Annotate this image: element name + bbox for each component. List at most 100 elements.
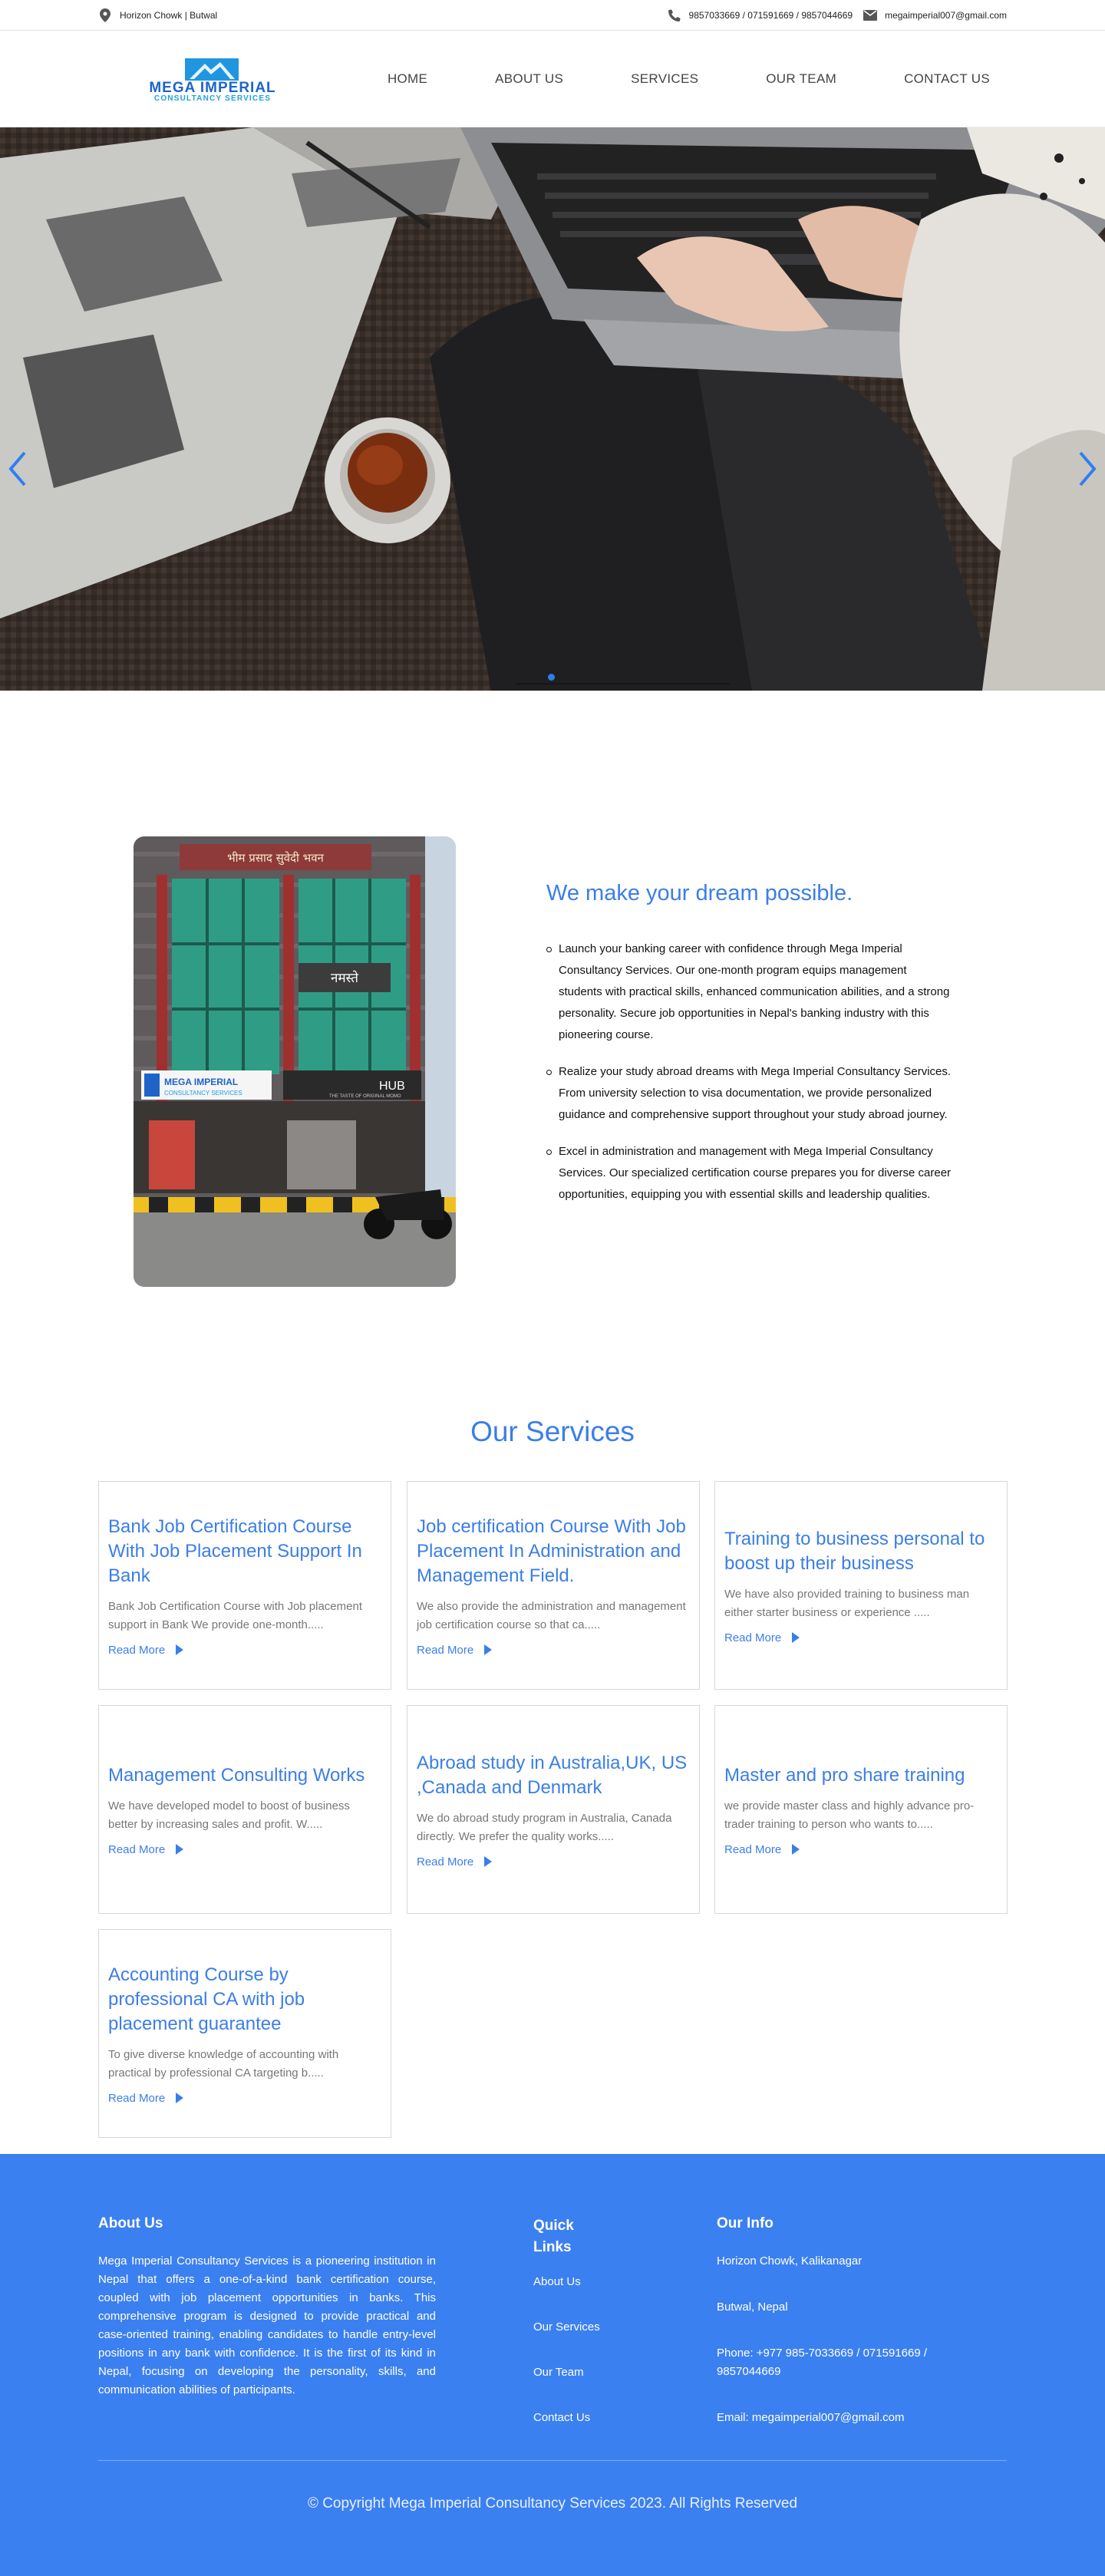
photo-sign-left-line2: CONSULTANCY SERVICES bbox=[164, 1090, 242, 1097]
hero-image bbox=[0, 127, 1105, 691]
top-bar-email[interactable]: megaimperial007@gmail.com bbox=[863, 8, 1007, 22]
copyright-text: © Copyright Mega Imperial Consultancy Se… bbox=[307, 2495, 798, 2512]
slider-next-chevron-right-icon[interactable] bbox=[1076, 450, 1099, 488]
services-title: Our Services bbox=[470, 1416, 635, 1447]
company-logo[interactable]: MEGA IMPERIAL CONSULTANCY SERVICES bbox=[115, 56, 311, 102]
play-arrow-icon bbox=[176, 1644, 184, 1655]
read-more-label[interactable]: Read More bbox=[108, 1843, 165, 1856]
footer-address-line1: Horizon Chowk, Kalikanagar bbox=[717, 2254, 863, 2268]
read-more-label[interactable]: Read More bbox=[417, 1855, 473, 1869]
footer-link-our-team[interactable]: Our Team bbox=[533, 2366, 625, 2379]
service-card[interactable]: Bank Job Certification Course With Job P… bbox=[98, 1481, 391, 1690]
office-building-photo: भीम प्रसाद सुवेदी भवन नमस्ते MEGA IMPERI… bbox=[134, 836, 456, 1287]
nav-about-us[interactable]: ABOUT US bbox=[495, 71, 563, 87]
hero-slider bbox=[0, 127, 1105, 691]
read-more-label[interactable]: Read More bbox=[108, 2092, 165, 2105]
about-section: भीम प्रसाद सुवेदी भवन नमस्ते MEGA IMPERI… bbox=[0, 691, 1105, 1409]
phone-text: 9857033669 / 071591669 / 9857044669 bbox=[688, 9, 853, 21]
play-arrow-icon bbox=[176, 2093, 184, 2103]
service-card[interactable]: Master and pro share training we provide… bbox=[714, 1705, 1008, 1914]
top-bar-phone[interactable]: 9857033669 / 071591669 / 9857044669 bbox=[668, 8, 853, 22]
service-card-desc: Bank Job Certification Course with Job p… bbox=[108, 1599, 362, 1631]
about-point: Realize your study abroad dreams with Me… bbox=[546, 1061, 953, 1126]
logo-title: MEGA IMPERIAL bbox=[149, 80, 275, 96]
service-card-desc: We have developed model to boost of busi… bbox=[108, 1799, 350, 1831]
read-more-label[interactable]: Read More bbox=[417, 1644, 473, 1657]
mail-icon bbox=[863, 8, 878, 22]
play-arrow-icon bbox=[484, 1856, 493, 1867]
service-card-title[interactable]: Management Consulting Works bbox=[108, 1763, 381, 1788]
about-point: Launch your banking career with confiden… bbox=[546, 938, 953, 1046]
location-text: Horizon Chowk | Butwal bbox=[120, 9, 218, 21]
nav-our-team[interactable]: OUR TEAM bbox=[766, 71, 836, 87]
service-card-title[interactable]: Training to business personal to boost u… bbox=[724, 1527, 998, 1576]
photo-sign-right-sub: THE TASTE OF ORIGINAL MOMO bbox=[329, 1094, 401, 1099]
read-more-label[interactable]: Read More bbox=[724, 1631, 781, 1644]
service-card-title[interactable]: Bank Job Certification Course With Job P… bbox=[108, 1515, 381, 1588]
footer-about-text: Mega Imperial Consultancy Services is a … bbox=[98, 2254, 436, 2396]
footer-link-contact-us[interactable]: Contact Us bbox=[533, 2411, 625, 2424]
footer-phone: Phone: +977 985-7033669 / 071591669 / 98… bbox=[717, 2347, 927, 2378]
play-arrow-icon bbox=[792, 1632, 800, 1643]
slider-prev-chevron-left-icon[interactable] bbox=[6, 450, 29, 488]
about-points: Launch your banking career with confiden… bbox=[546, 938, 953, 1206]
footer-about-title: About Us bbox=[98, 2215, 163, 2231]
play-arrow-icon bbox=[484, 1644, 493, 1655]
read-more-label[interactable]: Read More bbox=[724, 1843, 781, 1856]
service-card-desc: To give diverse knowledge of accounting … bbox=[108, 2047, 339, 2080]
service-card-title[interactable]: Job certification Course With Job Placem… bbox=[417, 1515, 690, 1588]
photo-sign-left-line1: MEGA IMPERIAL bbox=[164, 1077, 238, 1087]
top-bar-location: Horizon Chowk | Butwal bbox=[98, 8, 217, 22]
site-header: MEGA IMPERIAL CONSULTANCY SERVICES HOME … bbox=[0, 31, 1105, 127]
nav-services[interactable]: SERVICES bbox=[631, 71, 698, 87]
about-text: We make your dream possible. Launch your… bbox=[546, 881, 953, 1221]
footer-link-about-us[interactable]: About Us bbox=[533, 2275, 625, 2288]
read-more-link[interactable]: Read More bbox=[417, 1855, 690, 1869]
top-bar: Horizon Chowk | Butwal 9857033669 / 0715… bbox=[0, 0, 1105, 31]
footer-about: About Us Mega Imperial Consultancy Servi… bbox=[98, 2215, 436, 2400]
footer-link-our-services[interactable]: Our Services bbox=[533, 2320, 625, 2334]
photo-sign-right: HUB bbox=[379, 1080, 405, 1093]
service-card-title[interactable]: Abroad study in Australia,UK, US ,Canada… bbox=[417, 1751, 690, 1800]
read-more-link[interactable]: Read More bbox=[417, 1644, 690, 1657]
service-card[interactable]: Abroad study in Australia,UK, US ,Canada… bbox=[407, 1705, 700, 1914]
footer-divider bbox=[98, 2460, 1007, 2461]
slider-dot-active[interactable] bbox=[548, 674, 555, 681]
service-card[interactable]: Management Consulting Works We have deve… bbox=[98, 1705, 391, 1914]
main-nav: HOME ABOUT US SERVICES OUR TEAM CONTACT … bbox=[388, 71, 990, 87]
nav-contact-us[interactable]: CONTACT US bbox=[904, 71, 990, 87]
nav-home[interactable]: HOME bbox=[388, 71, 427, 87]
service-card-desc: we provide master class and highly advan… bbox=[724, 1799, 975, 1831]
read-more-link[interactable]: Read More bbox=[724, 1843, 998, 1856]
service-card[interactable]: Job certification Course With Job Placem… bbox=[407, 1481, 700, 1690]
photo-sign-top: भीम प्रसाद सुवेदी भवन bbox=[227, 851, 324, 866]
footer-address-line2: Butwal, Nepal bbox=[717, 2301, 788, 2314]
about-heading: We make your dream possible. bbox=[546, 881, 853, 905]
service-card-title[interactable]: Master and pro share training bbox=[724, 1763, 998, 1788]
service-card-desc: We also provide the administration and m… bbox=[417, 1599, 686, 1631]
service-card-desc: We have also provided training to busine… bbox=[724, 1587, 970, 1619]
phone-icon bbox=[668, 8, 681, 22]
read-more-link[interactable]: Read More bbox=[108, 1843, 381, 1856]
footer-links-title: Quick Links bbox=[533, 2218, 574, 2255]
service-card[interactable]: Accounting Course by professional CA wit… bbox=[98, 1929, 391, 2138]
map-pin-icon bbox=[98, 8, 112, 22]
email-text: megaimperial007@gmail.com bbox=[885, 9, 1007, 21]
play-arrow-icon bbox=[176, 1844, 184, 1855]
about-point: Excel in administration and management w… bbox=[546, 1141, 953, 1206]
play-arrow-icon bbox=[792, 1844, 800, 1855]
footer-email: Email: megaimperial007@gmail.com bbox=[717, 2411, 905, 2424]
footer-info-title: Our Info bbox=[717, 2215, 774, 2231]
read-more-link[interactable]: Read More bbox=[108, 2092, 381, 2105]
read-more-link[interactable]: Read More bbox=[108, 1644, 381, 1657]
footer-info: Our Info Horizon Chowk, Kalikanagar Butw… bbox=[717, 2215, 993, 2455]
photo-sign-namaste: नमस्ते bbox=[331, 970, 358, 986]
footer-quick-links: Quick Links About Us Our Services Our Te… bbox=[533, 2215, 625, 2456]
site-footer: About Us Mega Imperial Consultancy Servi… bbox=[0, 2154, 1105, 2576]
logo-subtitle: CONSULTANCY SERVICES bbox=[154, 94, 271, 102]
service-card[interactable]: Training to business personal to boost u… bbox=[714, 1481, 1008, 1690]
service-card-title[interactable]: Accounting Course by professional CA wit… bbox=[108, 1963, 381, 2037]
read-more-label[interactable]: Read More bbox=[108, 1644, 165, 1657]
service-card-desc: We do abroad study program in Australia,… bbox=[417, 1811, 672, 1843]
read-more-link[interactable]: Read More bbox=[724, 1631, 998, 1644]
